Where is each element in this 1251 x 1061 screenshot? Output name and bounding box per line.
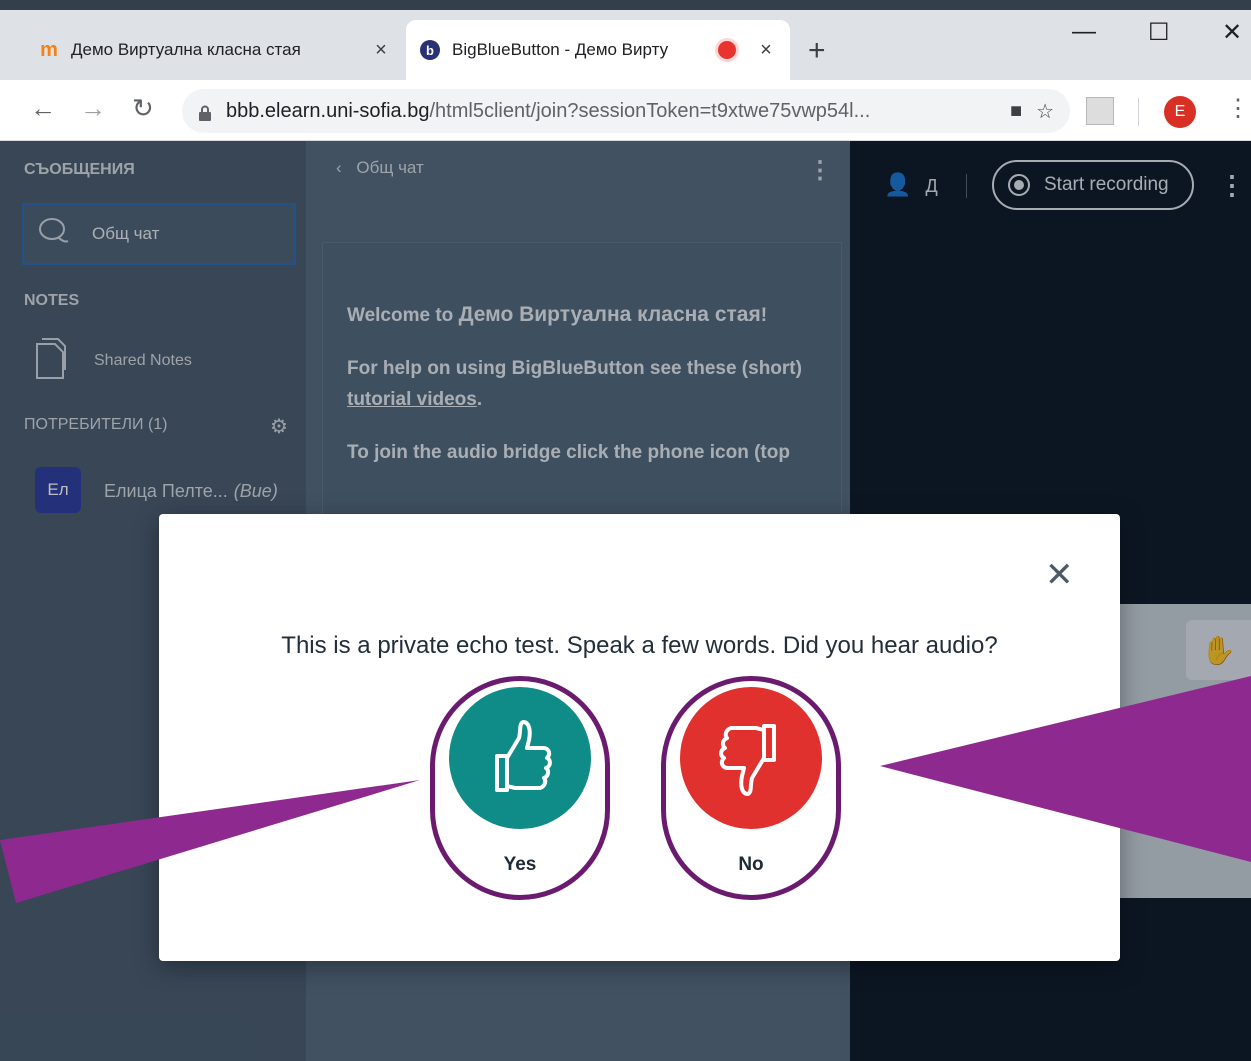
forward-arrow-icon[interactable]: → (80, 93, 106, 124)
url-path: /html5client/join?sessionToken=t9xtwe75v… (429, 99, 871, 122)
no-label: No (738, 854, 764, 875)
yes-label: Yes (503, 854, 537, 875)
no-button[interactable]: No (661, 676, 841, 900)
yes-button[interactable]: Yes (430, 676, 610, 900)
bigbluebutton-icon: b (418, 38, 442, 62)
pdf-extension-icon[interactable] (1086, 97, 1114, 125)
url-host: bbb.elearn.uni-sofia.bg (226, 99, 430, 122)
maximize-button[interactable]: ☐ (1148, 18, 1170, 47)
thumbs-down-icon (680, 687, 822, 829)
reload-icon[interactable]: ↻ (132, 93, 154, 124)
tab-title: BigBlueButton - Демо Вирту (452, 40, 669, 59)
address-bar[interactable]: bbb.elearn.uni-sofia.bg /html5client/joi… (182, 89, 1070, 133)
recording-indicator-icon (718, 41, 736, 59)
echo-test-question: This is a private echo test. Speak a few… (281, 632, 998, 659)
lock-icon (198, 104, 212, 121)
profile-avatar[interactable]: E (1164, 96, 1196, 128)
toolbar-divider (1138, 98, 1139, 126)
back-arrow-icon[interactable]: ← (30, 93, 56, 124)
svg-text:b: b (426, 43, 434, 58)
browser-menu-icon[interactable]: ⋮ (1226, 94, 1250, 123)
tab-title: Демо Виртуална класна стая (71, 40, 301, 59)
camera-icon[interactable]: ■ (1010, 100, 1022, 123)
tab-close-icon[interactable]: × (754, 39, 778, 62)
close-icon[interactable]: ✕ (1045, 558, 1074, 592)
echo-test-dialog: ✕ This is a private echo test. Speak a f… (159, 514, 1120, 961)
new-tab-button[interactable]: + (808, 34, 826, 68)
browser-tab-bigbluebutton[interactable]: b BigBlueButton - Демо Вирту × (406, 20, 790, 80)
tab-close-icon[interactable]: × (369, 39, 393, 62)
browser-tab-moodle[interactable]: m Демо Виртуална класна стая × (25, 20, 405, 80)
window-close-button[interactable]: ✕ (1222, 18, 1242, 47)
minimize-button[interactable]: — (1072, 18, 1096, 46)
moodle-icon: m (40, 38, 58, 61)
thumbs-up-icon (449, 687, 591, 829)
star-icon[interactable]: ☆ (1036, 99, 1054, 124)
